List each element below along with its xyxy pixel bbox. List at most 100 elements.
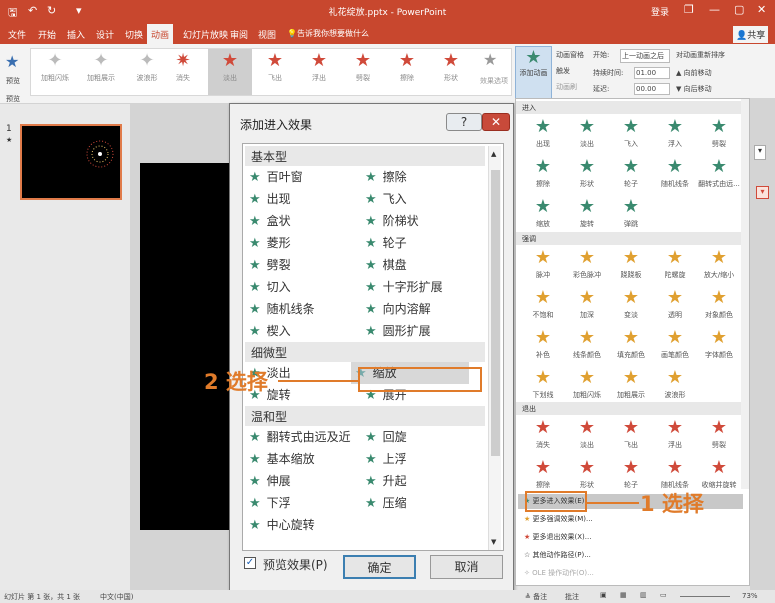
slide-canvas[interactable] [140,163,233,530]
effect-tile[interactable]: ★ 放大/缩小 [696,246,742,286]
effect-tile[interactable]: ★ 擦除 [520,155,566,195]
effect-tile[interactable]: ★ 淡出 [564,115,610,155]
minimize-button[interactable]: — [709,3,720,16]
more-motion-paths-item[interactable]: ☆ 其他动作路径(P)... [518,548,743,563]
gallery-item[interactable]: ✦ 加粗闪烁 [33,49,77,95]
effect-tile[interactable]: ★ 彩色脉冲 [564,246,610,286]
tab-slideshow[interactable]: 幻灯片放映 [179,26,232,44]
effect-tile[interactable]: ★ 缩放 [520,195,566,235]
effect-tile[interactable]: ★ 加粗闪烁 [564,366,610,406]
effect-tile[interactable]: ★ 浮出 [652,416,698,456]
effect-tile[interactable]: ★ 陀螺旋 [652,246,698,286]
animation-pane-button[interactable]: 动画窗格 [556,50,584,60]
scroll-up-icon[interactable]: ▲ [491,150,496,158]
list-scrollbar[interactable]: ▲ ▼ [488,146,501,550]
effect-item[interactable]: ★ 菱形 [249,234,291,251]
tell-me-box[interactable]: 💡告诉我你想要做什么 [287,28,369,39]
effect-tile[interactable]: ★ 形状 [564,155,610,195]
effect-tile[interactable]: ★ 翻转式由远... [696,155,742,195]
gallery-item[interactable]: ★ 擦除 [385,49,429,95]
effect-tile[interactable]: ★ 出现 [520,115,566,155]
effect-tile[interactable]: ★ 跷跷板 [608,246,654,286]
effect-item[interactable]: ★ 劈裂 [249,256,291,273]
effect-item[interactable]: ★ 翻转式由远及近 [249,428,351,445]
pane-scrollbar[interactable] [741,99,749,489]
gallery-item[interactable]: ★ 飞出 [253,49,297,95]
sign-in-link[interactable]: 登录 [651,5,669,18]
gallery-item[interactable]: ★ 劈裂 [341,49,385,95]
effect-item[interactable]: ★ 棋盘 [365,256,407,273]
effect-tile[interactable]: ★ 加深 [564,286,610,326]
effect-item[interactable]: ★ 向内溶解 [365,300,431,317]
tab-insert[interactable]: 插入 [63,26,89,44]
effect-item[interactable]: ★ 切入 [249,278,291,295]
gallery-item[interactable]: ✷ 消失 [161,49,205,95]
ribbon-display-icon[interactable]: ❐ [684,3,694,16]
comments-button[interactable]: 批注 [565,592,579,602]
tab-animations[interactable]: 动画 [147,24,174,44]
more-exit-effects-item[interactable]: ★ 更多退出效果(X)... [518,530,743,545]
effect-options-button[interactable]: 效果选项 [480,76,508,86]
tab-review[interactable]: 审阅 [226,26,252,44]
effect-tile[interactable]: ★ 波浪形 [652,366,698,406]
effect-tile[interactable]: ★ 补色 [520,326,566,366]
preview-checkbox[interactable]: ✓ [244,557,256,569]
preview-button[interactable]: 预览 [6,76,20,86]
effect-item[interactable]: ★ 百叶窗 [249,168,303,185]
effect-tile[interactable]: ★ 变淡 [608,286,654,326]
tab-design[interactable]: 设计 [92,26,118,44]
dialog-close-button[interactable]: ✕ [482,113,510,131]
reading-view-icon[interactable]: ▥ [640,591,647,599]
cancel-button[interactable]: 取消 [430,555,503,579]
animation-tag-icon[interactable]: ▾ [756,186,769,199]
normal-view-icon[interactable]: ▣ [600,591,607,599]
effect-item[interactable]: ★ 基本缩放 [249,450,315,467]
effect-item[interactable]: ★ 楔入 [249,322,291,339]
zoom-level[interactable]: 73% [742,592,758,600]
language-indicator[interactable]: 中文(中国) [100,592,133,602]
effect-item[interactable]: ★ 轮子 [365,234,407,251]
tab-home[interactable]: 开始 [34,26,60,44]
scroll-down-icon[interactable]: ▼ [491,538,496,546]
ole-action-item[interactable]: ✧ OLE 操作动作(O)... [518,566,743,581]
effect-tile[interactable]: ★ 轮子 [608,155,654,195]
effect-tile[interactable]: ★ 不饱和 [520,286,566,326]
effect-tile[interactable]: ★ 浮入 [652,115,698,155]
move-later-button[interactable]: ▼ 向后移动 [676,84,712,94]
preview-star-icon[interactable]: ★ [5,52,19,71]
effect-item[interactable]: ★ 回旋 [365,428,407,445]
ok-button[interactable]: 确定 [343,555,416,579]
start-select[interactable]: 上一动画之后 [620,49,670,63]
effect-item[interactable]: ★ 下浮 [249,494,291,511]
effect-tile[interactable]: ★ 透明 [652,286,698,326]
share-button[interactable]: 👤共享 [733,26,769,43]
maximize-button[interactable]: ▢ [734,3,744,16]
effect-item[interactable]: ★ 伸展 [249,472,291,489]
effect-options-icon[interactable]: ★ [483,50,497,69]
more-emphasis-effects-item[interactable]: ★ 更多强调效果(M)... [518,512,743,527]
animation-painter-button[interactable]: 动画刷 [556,82,577,92]
trigger-button[interactable]: 触发 [556,66,570,76]
effect-item[interactable]: ★ 中心旋转 [249,516,315,533]
effect-item[interactable]: ★ 阶梯状 [365,212,419,229]
effect-tile[interactable]: ★ 旋转 [564,195,610,235]
effect-tile[interactable]: ★ 填充颜色 [608,326,654,366]
effect-tile[interactable]: ★ 劈裂 [696,115,742,155]
gallery-item[interactable]: ★ 形状 [429,49,473,95]
effect-tile[interactable]: ★ 擦除 [520,456,566,496]
help-button[interactable]: ? [446,113,482,131]
effect-tile[interactable]: ★ 淡出 [564,416,610,456]
close-button[interactable]: ✕ [757,3,766,16]
sorter-view-icon[interactable]: ▦ [620,591,627,599]
effect-tile[interactable]: ★ 对象颜色 [696,286,742,326]
tab-file[interactable]: 文件 [4,26,30,44]
zoom-slider[interactable] [680,596,730,597]
effect-item[interactable]: ★ 十字形扩展 [365,278,443,295]
tab-transitions[interactable]: 切换 [121,26,147,44]
gallery-item[interactable]: ✦ 加粗展示 [79,49,123,95]
effect-item[interactable]: ★ 擦除 [365,168,407,185]
effect-tile[interactable]: ★ 形状 [564,456,610,496]
effect-tile[interactable]: ★ 画笔颜色 [652,326,698,366]
tab-view[interactable]: 视图 [254,26,280,44]
pane-dropdown-icon[interactable]: ▾ [754,145,766,160]
